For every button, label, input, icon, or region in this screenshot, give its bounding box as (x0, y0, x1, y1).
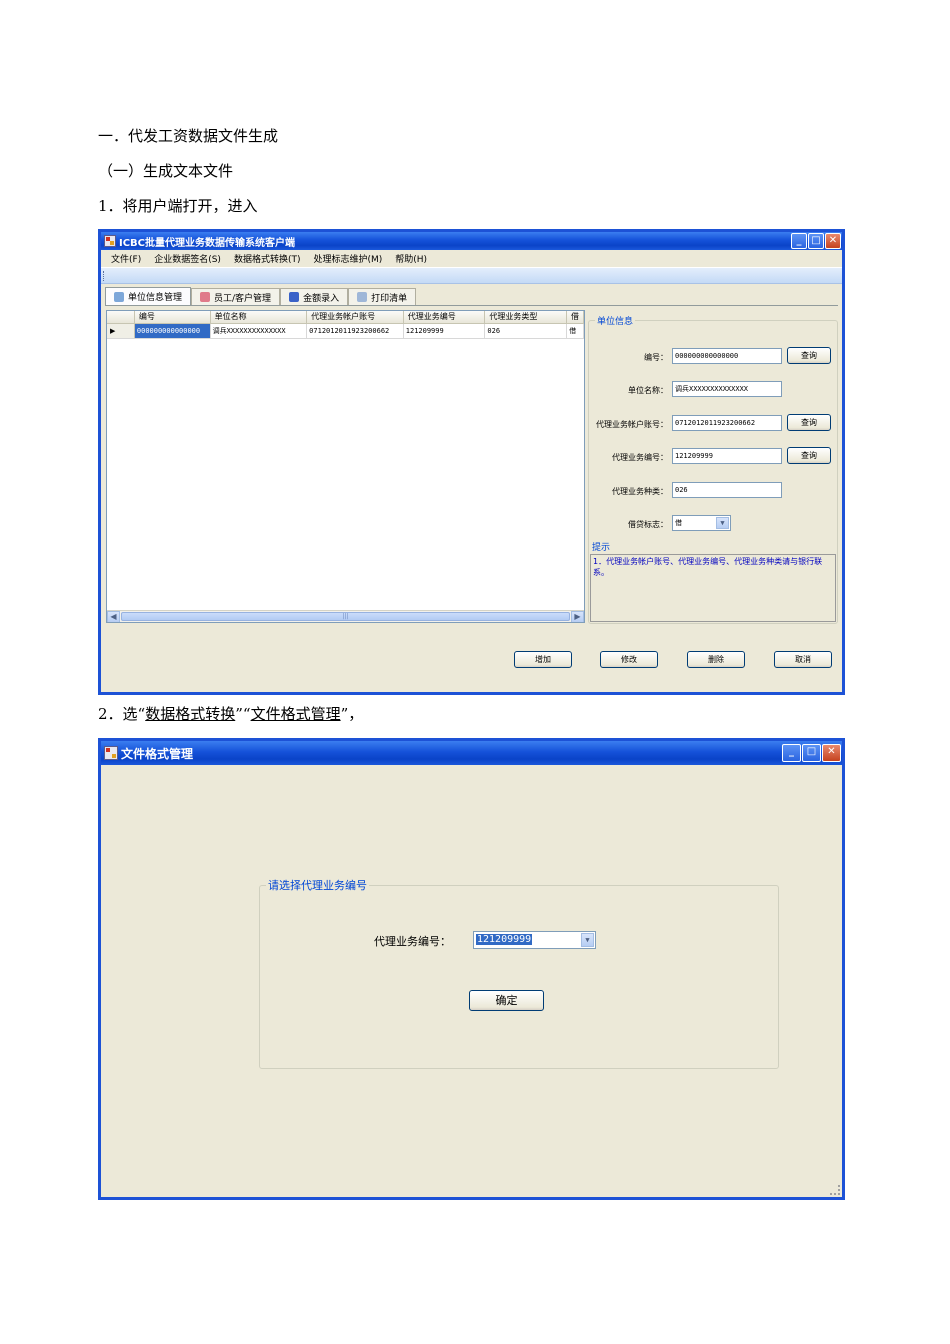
debit-credit-select[interactable]: 借 ▼ (672, 515, 731, 531)
add-button[interactable]: 增加 (514, 651, 572, 668)
grid-header: 编号 单位名称 代理业务帐户账号 代理业务编号 代理业务类型 借 (107, 311, 584, 324)
table-cell[interactable]: 000000000000000 (134, 324, 211, 338)
menu-flag-maintain[interactable]: 处理标志维护(M) (313, 252, 382, 265)
unit-data-grid[interactable]: 编号 单位名称 代理业务帐户账号 代理业务编号 代理业务类型 借 ▶ 00000… (106, 310, 585, 623)
toolbar-grip-icon[interactable] (103, 271, 105, 281)
pencil-icon (289, 292, 300, 302)
unit-info-title: 单位信息 (595, 314, 636, 327)
query-business-button[interactable]: 查询 (787, 447, 831, 464)
column-header[interactable]: 代理业务编号 (404, 311, 486, 323)
edit-button[interactable]: 修改 (600, 651, 658, 668)
app-icon (104, 746, 118, 760)
tab-label: 打印清单 (371, 293, 408, 304)
file-format-window: 文件格式管理 _ □ ✕ 请选择代理业务编号 代理业务编号： 121209999… (98, 738, 845, 1200)
unit-name-field[interactable]: 调兵XXXXXXXXXXXXXX (672, 381, 782, 397)
menu-file[interactable]: 文件(F) (111, 252, 141, 265)
section-heading: 一．代发工资数据文件生成 (98, 127, 279, 145)
resize-grip-icon[interactable] (830, 1185, 840, 1195)
table-cell[interactable]: 121209999 (404, 324, 486, 338)
step-1-text: 1．将用户端打开，进入 (98, 197, 258, 215)
maximize-icon[interactable]: □ (802, 744, 821, 762)
tab-employee[interactable]: 员工/客户管理 (191, 288, 281, 305)
field-label: 代理业务帐户账号： (596, 420, 668, 429)
tab-panel-border (105, 305, 838, 306)
table-cell[interactable]: 026 (485, 324, 568, 338)
business-type-field[interactable]: 026 (672, 482, 782, 498)
field-label: 代理业务种类： (612, 487, 668, 496)
hint-group: 提示 1．代理业务帐户账号、代理业务编号、代理业务种类请与银行联系。 (588, 540, 838, 624)
maximize-icon[interactable]: □ (808, 233, 824, 249)
tab-print-list[interactable]: 打印清单 (348, 288, 417, 305)
column-header[interactable]: 单位名称 (211, 311, 308, 323)
window-title: ICBC批量代理业务数据传输系统客户端 (119, 237, 296, 249)
tab-label: 员工/客户管理 (214, 293, 272, 304)
minimize-icon[interactable]: _ (782, 744, 801, 762)
tab-unit-info[interactable]: 单位信息管理 (105, 287, 192, 305)
printer-icon (357, 292, 368, 302)
business-number-group-title: 请选择代理业务编号 (266, 877, 369, 893)
tab-strip: 单位信息管理 员工/客户管理 金额录入 打印清单 (105, 287, 417, 305)
chevron-down-icon[interactable]: ▼ (716, 517, 729, 529)
step-2-suffix: ”， (340, 705, 364, 723)
step-2-prefix: 2．选“ (98, 705, 146, 723)
hint-title: 提示 (590, 540, 613, 553)
tab-label: 金额录入 (303, 293, 340, 304)
unit-number-field[interactable]: 000000000000000 (672, 348, 782, 364)
title-bar: 文件格式管理 _ □ ✕ (101, 741, 842, 765)
confirm-button[interactable]: 确定 (469, 990, 544, 1011)
step-2-menu-convert: 数据格式转换 (145, 705, 236, 723)
business-number-label: 代理业务编号： (374, 935, 451, 948)
step-2-menu-format: 文件格式管理 (250, 705, 341, 723)
field-label: 编号： (644, 353, 668, 362)
app-icon (104, 235, 116, 247)
field-label: 代理业务编号： (612, 453, 668, 462)
scroll-thumb[interactable]: ||| (121, 612, 570, 621)
business-number-field[interactable]: 121209999 (672, 448, 782, 464)
field-label: 单位名称： (628, 386, 668, 395)
unit-info-icon (114, 291, 124, 302)
table-row[interactable]: ▶ 000000000000000 调兵XXXXXXXXXXXXXX 07120… (107, 324, 584, 339)
menu-sign[interactable]: 企业数据签名(S) (154, 252, 221, 265)
table-cell[interactable]: 0712012011923200662 (307, 324, 404, 338)
column-header[interactable]: 编号 (135, 311, 211, 323)
window-title: 文件格式管理 (121, 746, 194, 761)
business-number-select[interactable]: 121209999 ▼ (473, 931, 596, 949)
tab-label: 单位信息管理 (128, 293, 183, 303)
toolbar (101, 267, 842, 284)
scroll-right-icon[interactable]: ▶ (571, 611, 584, 622)
business-number-group: 请选择代理业务编号 (259, 877, 779, 1069)
field-label: 借贷标志： (628, 520, 668, 529)
close-icon[interactable]: ✕ (825, 233, 841, 249)
menu-format-convert[interactable]: 数据格式转换(T) (234, 252, 301, 265)
column-header[interactable]: 代理业务帐户账号 (307, 311, 404, 323)
cancel-button[interactable]: 取消 (774, 651, 832, 668)
scroll-left-icon[interactable]: ◀ (107, 611, 120, 622)
minimize-icon[interactable]: _ (791, 233, 807, 249)
title-bar: ICBC批量代理业务数据传输系统客户端 _ □ ✕ (101, 232, 842, 250)
debit-credit-value: 借 (675, 519, 682, 527)
hint-text: 1．代理业务帐户账号、代理业务编号、代理业务种类请与银行联系。 (590, 554, 836, 622)
menu-help[interactable]: 帮助(H) (395, 252, 427, 265)
grid-corner (107, 311, 135, 323)
step-2-text: 2．选“数据格式转换”“文件格式管理”， (98, 704, 363, 724)
horizontal-scrollbar[interactable]: ◀ ||| ▶ (107, 610, 584, 622)
column-header[interactable]: 代理业务类型 (485, 311, 568, 323)
delete-button[interactable]: 删除 (687, 651, 745, 668)
table-cell[interactable]: 借 (567, 324, 584, 338)
business-number-selected-value: 121209999 (476, 934, 533, 945)
table-cell[interactable]: 调兵XXXXXXXXXXXXXX (211, 324, 308, 338)
step-2-mid: ”“ (235, 705, 251, 723)
subsection-heading: （一）生成文本文件 (98, 162, 234, 180)
column-header[interactable]: 借 (567, 311, 584, 323)
chevron-down-icon[interactable]: ▼ (581, 933, 594, 947)
client-main-window: ICBC批量代理业务数据传输系统客户端 _ □ ✕ 文件(F) 企业数据签名(S… (98, 229, 845, 695)
row-indicator-icon: ▶ (107, 324, 135, 338)
account-number-field[interactable]: 0712012011923200662 (672, 415, 782, 431)
menu-bar: 文件(F) 企业数据签名(S) 数据格式转换(T) 处理标志维护(M) 帮助(H… (101, 250, 842, 267)
tab-amount-entry[interactable]: 金额录入 (280, 288, 349, 305)
employee-icon (200, 292, 211, 302)
query-account-button[interactable]: 查询 (787, 414, 831, 431)
query-number-button[interactable]: 查询 (787, 347, 831, 364)
close-icon[interactable]: ✕ (822, 744, 841, 762)
